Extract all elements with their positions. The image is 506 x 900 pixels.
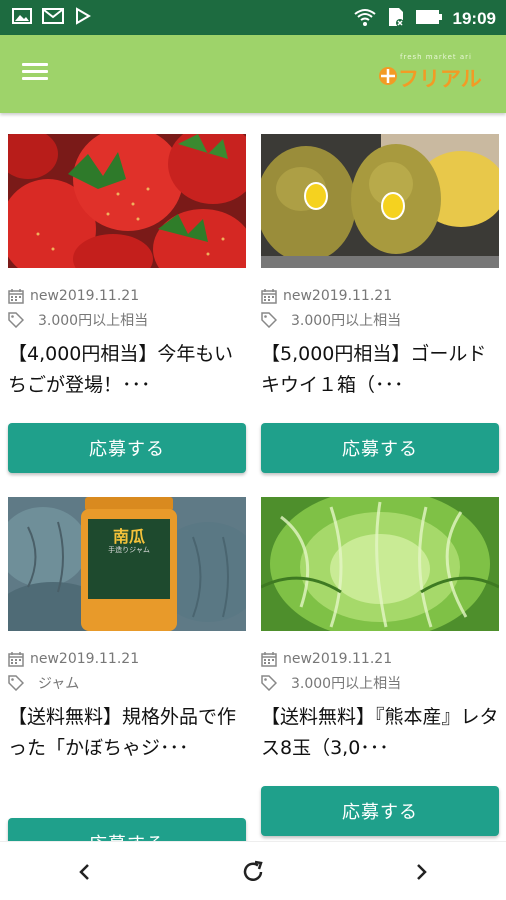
- post-tag: 3.000円以上相当: [8, 308, 246, 332]
- tag-text: 3.000円以上相当: [38, 313, 149, 329]
- tag-text: 3.000円以上相当: [291, 676, 402, 692]
- tag-text: 3.000円以上相当: [291, 313, 402, 329]
- battery-icon: [415, 8, 443, 30]
- calendar-icon: [8, 289, 24, 304]
- card-title[interactable]: 【送料無料】規格外品で作った「かぼちゃジ･･･: [8, 702, 246, 798]
- jam-label-subtitle: 手造りジャム: [108, 546, 150, 554]
- browser-nav-bar: [0, 841, 506, 900]
- hamburger-line: [22, 77, 48, 80]
- card-title[interactable]: 【5,000円相当】ゴールドキウイ１箱（･･･: [261, 339, 499, 403]
- date-text: new2019.11.21: [283, 651, 393, 667]
- date-text: new2019.11.21: [283, 288, 393, 304]
- post-tag: ジャム: [8, 671, 246, 695]
- forward-button[interactable]: [402, 854, 442, 890]
- product-card[interactable]: 南瓜 手造りジャム new2019.11.21 ジャム 【送料無料】規格外品で作…: [8, 497, 246, 841]
- menu-button[interactable]: [22, 59, 58, 89]
- logo-tagline: fresh market ari: [400, 53, 472, 61]
- product-card[interactable]: new2019.11.21 3.000円以上相当 【4,000円相当】今年もいち…: [8, 134, 246, 473]
- kiwi-image[interactable]: [261, 134, 499, 268]
- clock: 19:09: [452, 9, 496, 28]
- apply-button[interactable]: 応募する: [8, 423, 246, 473]
- back-icon: [79, 864, 89, 880]
- logo-name: フリアル: [398, 67, 482, 91]
- product-card[interactable]: new2019.11.21 3.000円以上相当 【送料無料】『熊本産』レタス8…: [261, 497, 499, 836]
- date-text: new2019.11.21: [30, 651, 140, 667]
- pumpkin-jam-image[interactable]: 南瓜 手造りジャム: [8, 497, 246, 631]
- hamburger-line: [22, 70, 48, 73]
- apply-button[interactable]: 応募する: [261, 786, 499, 836]
- calendar-icon: [261, 652, 277, 667]
- card-title[interactable]: 【4,000円相当】今年もいちごが登場！･･･: [8, 339, 246, 403]
- app-bar: fresh market ari フリアル: [0, 35, 506, 113]
- lettuce-image[interactable]: [261, 497, 499, 631]
- forward-icon: [417, 864, 427, 880]
- tag-icon: [8, 312, 24, 328]
- sim-icon: [387, 6, 405, 32]
- wifi-icon: [353, 7, 377, 31]
- post-date: new2019.11.21: [261, 284, 499, 308]
- status-bar: 19:09: [0, 0, 506, 35]
- post-date: new2019.11.21: [8, 647, 246, 671]
- image-icon: [12, 7, 32, 29]
- calendar-icon: [8, 652, 24, 667]
- card-title[interactable]: 【送料無料】『熊本産』レタス8玉（3,0･･･: [261, 702, 499, 766]
- date-text: new2019.11.21: [30, 288, 140, 304]
- tag-text: ジャム: [38, 676, 80, 692]
- app-logo[interactable]: fresh market ari フリアル: [378, 53, 490, 95]
- post-tag: 3.000円以上相当: [261, 308, 499, 332]
- calendar-icon: [261, 289, 277, 304]
- jam-label-title: 南瓜: [112, 527, 145, 546]
- post-date: new2019.11.21: [261, 647, 499, 671]
- strawberry-image[interactable]: [8, 134, 246, 268]
- tag-icon: [261, 675, 277, 691]
- back-button[interactable]: [64, 854, 104, 890]
- post-tag: 3.000円以上相当: [261, 671, 499, 695]
- logo-mark-icon: [379, 67, 397, 85]
- apply-button[interactable]: 応募する: [8, 818, 246, 841]
- reload-icon: [243, 860, 263, 881]
- post-date: new2019.11.21: [8, 284, 246, 308]
- tag-icon: [8, 675, 24, 691]
- play-store-icon: [74, 7, 92, 29]
- hamburger-icon: [22, 63, 48, 66]
- tag-icon: [261, 312, 277, 328]
- product-card[interactable]: new2019.11.21 3.000円以上相当 【5,000円相当】ゴールドキ…: [261, 134, 499, 473]
- gmail-icon: [42, 7, 64, 29]
- product-grid: new2019.11.21 3.000円以上相当 【4,000円相当】今年もいち…: [0, 113, 506, 841]
- reload-button[interactable]: [233, 854, 273, 890]
- apply-button[interactable]: 応募する: [261, 423, 499, 473]
